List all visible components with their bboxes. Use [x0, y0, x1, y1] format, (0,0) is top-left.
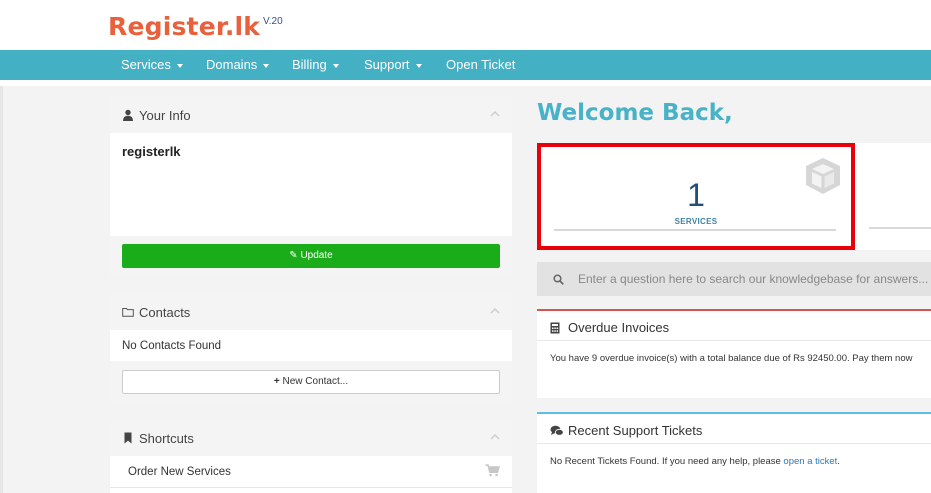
chevron-up-icon[interactable] [490, 432, 500, 442]
account-name: registerlk [122, 144, 181, 159]
caret-down-icon [415, 63, 422, 68]
your-info-header: Your Info [110, 97, 512, 133]
brand-version: V.20 [263, 16, 283, 27]
bookmark-icon [124, 432, 132, 444]
nav-support[interactable]: Support [364, 50, 422, 80]
shortcuts-header: Shortcuts [110, 420, 512, 456]
comments-icon [550, 425, 564, 436]
caret-down-icon [332, 63, 339, 68]
services-label: SERVICES [674, 217, 718, 226]
services-count: 1 [687, 177, 705, 213]
contacts-header: Contacts [110, 294, 512, 330]
calculator-icon [550, 322, 560, 334]
recent-tickets-text: No Recent Tickets Found. If you need any… [550, 456, 840, 467]
brand-logo[interactable]: Register.lk [108, 12, 260, 41]
left-gutter [0, 86, 3, 493]
panel-divider [537, 340, 931, 341]
user-icon [123, 109, 133, 121]
shortcut-item[interactable]: Order New Services [110, 456, 512, 488]
kb-search-bar[interactable]: Enter a question here to search our know… [537, 262, 931, 296]
services-stat-tile[interactable]: 1 SERVICES [537, 143, 855, 250]
kb-search-input[interactable]: Enter a question here to search our know… [578, 262, 931, 296]
nav-billing[interactable]: Billing [292, 50, 339, 80]
panel-title: Contacts [139, 305, 191, 320]
update-button[interactable]: ✎ Update [122, 244, 500, 268]
welcome-title: Welcome Back, [537, 100, 733, 126]
chevron-up-icon[interactable] [490, 109, 500, 119]
overdue-invoices-title: Overdue Invoices [568, 320, 670, 335]
nav-open-ticket[interactable]: Open Ticket [446, 50, 515, 80]
caret-down-icon [263, 63, 270, 68]
nav-domains[interactable]: Domains [206, 50, 270, 80]
pencil-icon: ✎ [289, 250, 298, 261]
tile-underline [869, 227, 931, 229]
caret-down-icon [176, 63, 183, 68]
panel-title: Your Info [139, 108, 191, 123]
site-header: Register.lk V.20 [0, 0, 931, 50]
search-icon [553, 274, 564, 285]
new-contact-button[interactable]: + New Contact... [122, 370, 500, 394]
contacts-panel: Contacts No Contacts Found + New Contact… [110, 294, 512, 402]
contacts-empty-text: No Contacts Found [122, 340, 222, 352]
recent-tickets-panel: Recent Support Tickets No Recent Tickets… [537, 412, 931, 493]
shortcuts-panel: Shortcuts Order New Services [110, 420, 512, 493]
overdue-invoices-text: You have 9 overdue invoice(s) with a tot… [550, 353, 913, 364]
next-stat-tile[interactable] [855, 143, 931, 250]
open-ticket-link[interactable]: open a ticket [783, 456, 837, 467]
main-nav: Services Domains Billing Support Open Ti… [0, 50, 931, 80]
shortcut-label: Order New Services [128, 466, 231, 478]
panel-divider [537, 443, 931, 444]
panel-title: Shortcuts [139, 431, 194, 446]
recent-tickets-title: Recent Support Tickets [568, 423, 703, 438]
plus-icon: + [273, 376, 280, 387]
your-info-panel: Your Info registerlk ✎ Update [110, 97, 512, 277]
header-divider [0, 80, 931, 86]
tile-underline [554, 229, 836, 231]
chevron-up-icon[interactable] [490, 306, 500, 316]
nav-services[interactable]: Services [121, 50, 183, 80]
cart-icon [485, 464, 500, 477]
folder-icon [122, 308, 134, 317]
overdue-invoices-panel: Overdue Invoices You have 9 overdue invo… [537, 309, 931, 398]
